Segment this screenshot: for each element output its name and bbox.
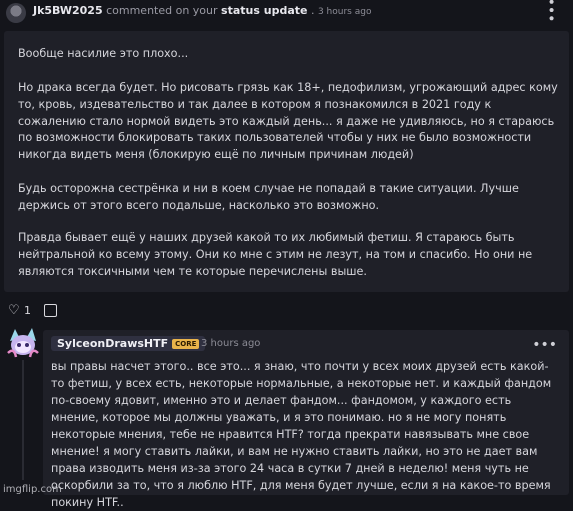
user-avatar[interactable] — [6, 3, 26, 23]
notification-line: Jk5BW2025 commented on your status updat… — [33, 4, 371, 17]
username-link[interactable]: Jk5BW2025 — [33, 4, 103, 17]
reply-header: SylceonDrawsHTF CORE 3 hours ago ••• — [51, 336, 561, 352]
timestamp: 3 hours ago — [317, 7, 372, 17]
reply-text: вы правы насчет этого.. все это... я зна… — [51, 360, 552, 509]
heart-icon[interactable]: ♡ — [8, 303, 20, 318]
reply-username-link[interactable]: SylceonDrawsHTF CORE — [51, 336, 206, 351]
reply-username: SylceonDrawsHTF — [57, 337, 169, 350]
post-paragraph: Но драка всегда будет. Но рисовать грязь… — [18, 81, 558, 162]
separator: . — [310, 4, 315, 17]
reply-comment: SylceonDrawsHTF CORE 3 hours ago ••• вы п… — [43, 330, 569, 509]
status-update-link[interactable]: status update — [221, 4, 307, 17]
like-count: 1 — [24, 304, 31, 317]
action-text: commented on your — [106, 4, 218, 17]
status-post: Вообще насилие это плохо... Но драка все… — [4, 31, 569, 292]
more-dots-icon[interactable]: ••• — [532, 338, 557, 352]
post-actions: ♡ 1 — [8, 303, 88, 319]
reply-icon[interactable] — [44, 304, 57, 317]
reply-timestamp: 3 hours ago — [201, 338, 261, 349]
comment-notification-header: Jk5BW2025 commented on your status updat… — [0, 0, 573, 30]
post-paragraph: Вообще насилие это плохо... — [18, 47, 189, 60]
thread-line — [22, 360, 24, 480]
watermark: imgflip.com — [3, 484, 62, 495]
core-badge: CORE — [172, 339, 200, 349]
post-paragraph: Будь осторожна сестрёнка и ни в коем слу… — [18, 182, 519, 212]
more-dots-icon[interactable]: ••• — [543, 0, 559, 22]
reply-user-avatar[interactable] — [6, 327, 40, 359]
post-paragraph: Правда бывает ещё у наших друзей какой т… — [18, 231, 533, 278]
